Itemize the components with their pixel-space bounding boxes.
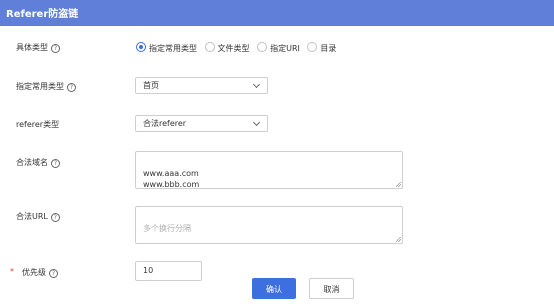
resize-handle-icon[interactable] — [396, 182, 401, 187]
confirm-button[interactable]: 确认 — [252, 278, 296, 299]
common-type-value: 首页 — [143, 81, 159, 90]
domains-textarea[interactable]: www.aaa.com www.bbb.com — [135, 151, 403, 189]
referer-type-label-row: referer类型 — [16, 119, 59, 131]
referer-type-value: 合法referer — [143, 119, 187, 128]
radio-label: 指定常用类型 — [149, 44, 197, 53]
radio-unchecked-icon — [257, 42, 268, 52]
common-type-label: 指定常用类型 — [16, 82, 64, 91]
referer-type-label: referer类型 — [16, 120, 60, 129]
radio-directory[interactable]: 目录 — [307, 42, 336, 54]
referer-type-select[interactable]: 合法referer — [135, 115, 268, 132]
type-label-row: 具体类型? — [16, 42, 60, 54]
help-icon[interactable]: ? — [67, 83, 76, 92]
radio-common-type[interactable]: 指定常用类型 — [136, 42, 197, 54]
radio-unchecked-icon — [307, 42, 318, 52]
referer-dialog: Referer防盗链 具体类型? 指定常用类型 文件类型 指定URI 目录 指定… — [0, 0, 554, 306]
radio-label: 指定URI — [270, 44, 300, 53]
domains-label: 合法域名 — [16, 158, 48, 167]
priority-value: 10 — [143, 266, 154, 275]
radio-checked-icon — [136, 42, 146, 52]
radio-unchecked-icon — [204, 42, 215, 52]
cancel-button[interactable]: 取消 — [309, 278, 354, 299]
help-icon[interactable]: ? — [50, 213, 60, 222]
common-type-select[interactable]: 首页 — [135, 77, 268, 94]
urls-label: 合法URL — [16, 212, 48, 221]
domains-label-row: 合法域名? — [16, 157, 60, 169]
urls-label-row: 合法URL? — [16, 211, 60, 223]
required-mark: * — [10, 267, 14, 276]
common-type-label-row: 指定常用类型? — [16, 81, 76, 93]
radio-label: 目录 — [320, 44, 337, 53]
priority-label-row: 优先级? — [22, 267, 58, 279]
domains-value: www.aaa.com www.bbb.com — [143, 169, 200, 189]
type-radio-group: 指定常用类型 文件类型 指定URI 目录 — [136, 42, 341, 54]
urls-textarea[interactable]: 多个换行分隔 — [135, 206, 403, 244]
chevron-down-icon — [252, 118, 261, 127]
radio-label: 文件类型 — [217, 44, 250, 53]
help-icon[interactable]: ? — [49, 269, 58, 278]
help-icon[interactable]: ? — [51, 44, 60, 53]
radio-uri[interactable]: 指定URI — [257, 42, 300, 54]
chevron-down-icon — [252, 80, 261, 89]
type-label: 具体类型 — [16, 43, 48, 52]
radio-file-type[interactable]: 文件类型 — [204, 42, 250, 54]
dialog-title: Referer防盗链 — [6, 9, 79, 20]
dialog-header: Referer防盗链 — [0, 0, 554, 26]
help-icon[interactable]: ? — [51, 159, 60, 168]
urls-placeholder: 多个换行分隔 — [143, 224, 191, 233]
priority-input[interactable]: 10 — [135, 261, 202, 281]
resize-handle-icon[interactable] — [396, 237, 401, 242]
priority-label: 优先级 — [22, 268, 46, 277]
